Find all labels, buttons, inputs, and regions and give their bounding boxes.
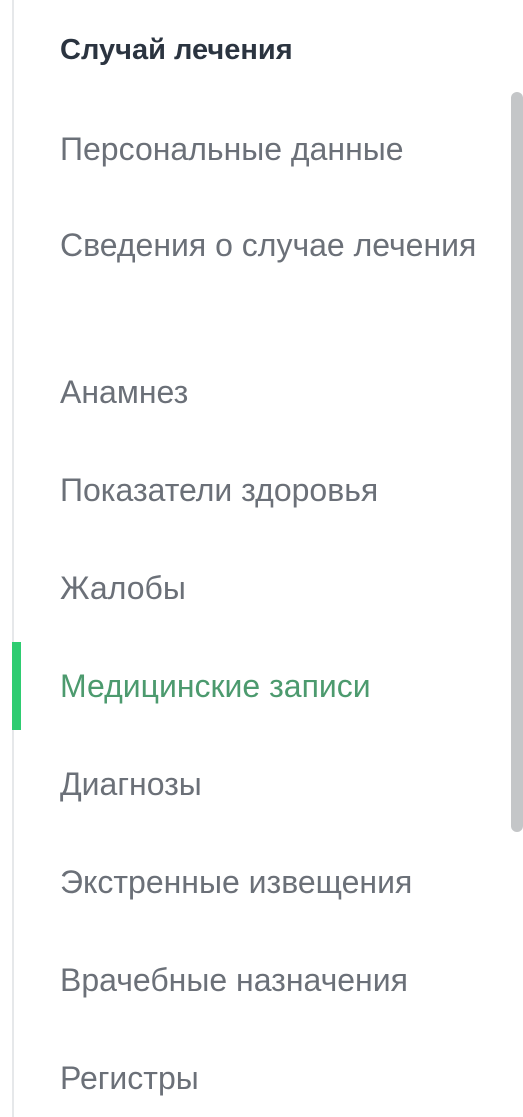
page: Случай лечения Персональные данные Сведе… [0, 0, 523, 1117]
nav-item-diagnoses[interactable]: Диагнозы [60, 760, 480, 808]
nav-item-case-info[interactable]: Сведения о случае лечения [60, 221, 480, 269]
scrollbar-thumb[interactable] [511, 92, 523, 832]
nav-item-complaints[interactable]: Жалобы [60, 564, 480, 612]
nav-item-medical-records[interactable]: Медицинские записи [60, 662, 480, 710]
nav-item-anamnesis[interactable]: Анамнез [60, 368, 480, 416]
nav-item-health-indicators[interactable]: Показатели здоровья [60, 466, 480, 514]
nav-item-emergency-notices[interactable]: Экстренные извещения [60, 858, 480, 906]
panel-title: Случай лечения [60, 34, 293, 66]
case-navigation-panel: Случай лечения Персональные данные Сведе… [0, 0, 510, 1117]
active-item-indicator [12, 642, 21, 730]
nav-item-prescriptions[interactable]: Врачебные назначения [60, 956, 480, 1004]
nav-item-registers[interactable]: Регистры [60, 1054, 480, 1102]
nav-item-personal-data[interactable]: Персональные данные [60, 125, 480, 173]
